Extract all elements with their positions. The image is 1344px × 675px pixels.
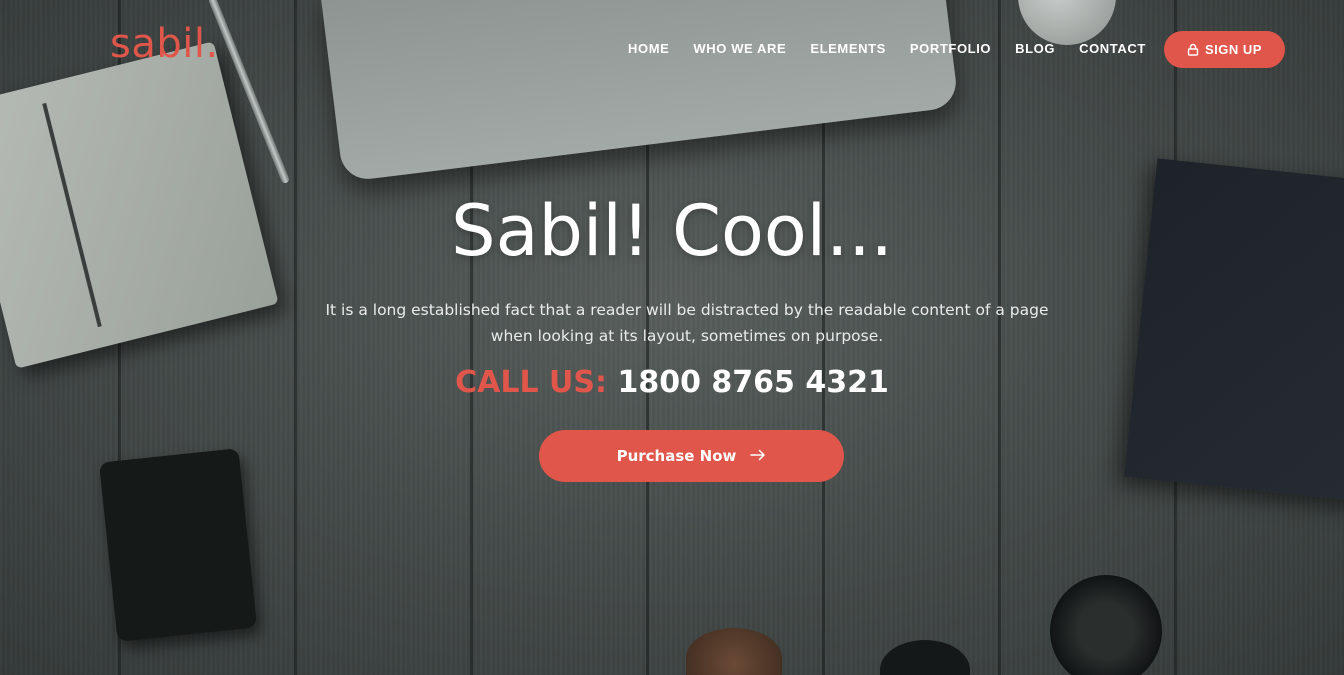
camera-lens-small-decoration: [880, 640, 970, 675]
hero-description: It is a long established fact that a rea…: [325, 301, 1049, 345]
purchase-now-button[interactable]: Purchase Now: [539, 430, 844, 482]
site-logo[interactable]: sabil.: [110, 22, 219, 66]
camera-lens-decoration: [1050, 575, 1162, 675]
laptop-decoration: [321, 0, 959, 183]
sign-up-label: SIGN UP: [1205, 42, 1262, 57]
nav-item-blog[interactable]: BLOG: [1003, 40, 1067, 58]
lock-icon: [1187, 43, 1199, 56]
hero-title: Sabil! Cool...: [451, 190, 893, 272]
call-us-line: CALL US: 1800 8765 4321: [0, 362, 1344, 404]
nav-item-contact[interactable]: CONTACT: [1067, 40, 1158, 58]
nav-item-who-we-are[interactable]: WHO WE ARE: [681, 40, 798, 58]
nav-item-home[interactable]: HOME: [616, 40, 681, 58]
purchase-now-label: Purchase Now: [616, 447, 737, 465]
main-nav: HOME WHO WE ARE ELEMENTS PORTFOLIO BLOG …: [616, 40, 1158, 58]
sign-up-button[interactable]: SIGN UP: [1164, 31, 1285, 68]
phone-decoration: [98, 448, 258, 642]
pine-cone-decoration: [686, 628, 782, 675]
mouse-decoration: [1018, 0, 1116, 45]
nav-item-elements[interactable]: ELEMENTS: [798, 40, 898, 58]
phone-number[interactable]: 1800 8765 4321: [617, 365, 888, 400]
call-us-label: CALL US:: [455, 365, 608, 400]
nav-item-portfolio[interactable]: PORTFOLIO: [898, 40, 1003, 58]
arrow-right-icon: [750, 447, 766, 465]
hero-section: sabil. HOME WHO WE ARE ELEMENTS PORTFOLI…: [0, 0, 1344, 675]
